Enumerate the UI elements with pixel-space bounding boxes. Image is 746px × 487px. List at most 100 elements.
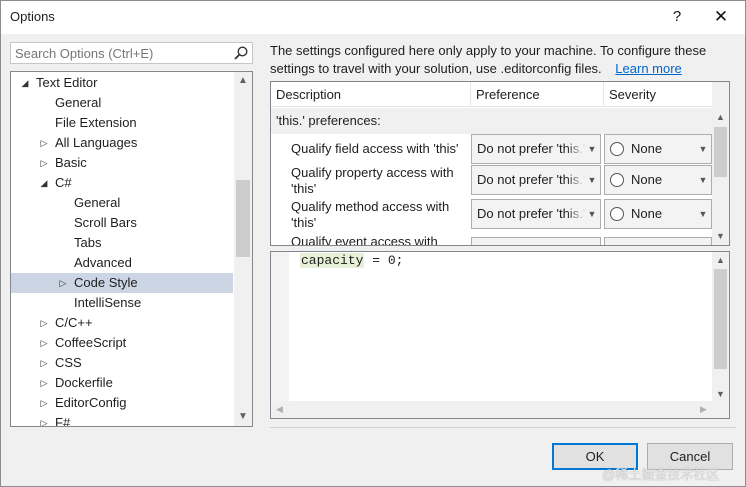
preview-gutter xyxy=(271,252,289,418)
chevron-down-icon: ▼ xyxy=(587,144,597,154)
search-input[interactable] xyxy=(15,46,225,61)
tree-item[interactable]: ▷ Dockerfile xyxy=(11,373,233,393)
tree-item-label: F# xyxy=(55,415,71,427)
column-header-description[interactable]: Description xyxy=(271,82,471,107)
preference-dropdown[interactable]: Do not prefer 'this.' ▼ xyxy=(471,199,601,229)
tree-item[interactable]: General xyxy=(11,93,233,113)
collapsed-arrow-icon[interactable]: ▷ xyxy=(38,353,50,373)
collapsed-arrow-icon[interactable]: ▷ xyxy=(38,313,50,333)
info-text: The settings configured here only apply … xyxy=(270,42,735,78)
preview-vertical-scrollbar[interactable]: ▲ ▼ xyxy=(712,252,729,402)
tree-item-label: Code Style xyxy=(74,275,138,290)
scroll-up-icon[interactable]: ▲ xyxy=(712,109,729,126)
column-header-severity[interactable]: Severity xyxy=(604,82,713,107)
code-style-grid: Description Preference Severity 'this.' … xyxy=(270,81,730,246)
severity-value: None xyxy=(631,206,663,221)
column-header-preference[interactable]: Preference xyxy=(471,82,604,107)
tree-item[interactable]: Advanced xyxy=(11,253,233,273)
preference-dropdown[interactable]: Do not prefer 'this.' ▼ xyxy=(471,237,601,245)
preview-code: capacity = 0; xyxy=(300,253,403,268)
tree-item-label: C/C++ xyxy=(55,315,93,330)
tree-item[interactable]: ▷ EditorConfig xyxy=(11,393,233,413)
group-header: 'this.' preferences: xyxy=(271,108,713,134)
expanded-arrow-icon[interactable]: ◢ xyxy=(19,73,31,93)
severity-dropdown[interactable]: None ▼ xyxy=(604,165,712,195)
preference-dropdown[interactable]: Do not prefer 'this.' ▼ xyxy=(471,134,601,164)
tree-item[interactable]: IntelliSense xyxy=(11,293,233,313)
tree-item[interactable]: ▷ All Languages xyxy=(11,133,233,153)
tree-item[interactable]: Scroll Bars xyxy=(11,213,233,233)
tree-item[interactable]: General xyxy=(11,193,233,213)
tree-item-label: Advanced xyxy=(74,255,132,270)
tree-item-label: General xyxy=(55,95,102,110)
chevron-down-icon: ▼ xyxy=(698,144,708,154)
scroll-thumb[interactable] xyxy=(714,269,727,369)
tree-item[interactable]: ▷ CoffeeScript xyxy=(11,333,233,353)
scroll-left-icon[interactable]: ◀ xyxy=(271,401,288,418)
collapsed-arrow-icon[interactable]: ▷ xyxy=(38,153,50,173)
collapsed-arrow-icon[interactable]: ▷ xyxy=(57,273,69,293)
tree-item[interactable]: ▷ CSS xyxy=(11,353,233,373)
tree-item[interactable]: ▷ Code Style xyxy=(11,273,233,293)
scroll-up-icon[interactable]: ▲ xyxy=(234,72,252,90)
scroll-down-icon[interactable]: ▼ xyxy=(234,408,252,426)
severity-circle-icon xyxy=(610,173,624,187)
chevron-down-icon: ▼ xyxy=(698,209,708,219)
search-icon[interactable] xyxy=(233,45,249,61)
tree-item-label: All Languages xyxy=(55,135,138,150)
collapsed-arrow-icon[interactable]: ▷ xyxy=(38,393,50,413)
tree-item[interactable]: Tabs xyxy=(11,233,233,253)
options-tree: ◢ Text Editor General File Extension ▷ All La… xyxy=(10,71,253,427)
scroll-down-icon[interactable]: ▼ xyxy=(712,228,729,245)
scroll-down-icon[interactable]: ▼ xyxy=(712,386,729,402)
title-bar: Options ? ✕ xyxy=(1,1,745,34)
tree-item-label: Text Editor xyxy=(36,75,98,90)
tree-item-label: C# xyxy=(55,175,72,190)
tree-item-label: Basic xyxy=(55,155,87,170)
grid-scrollbar[interactable]: ▲ ▼ xyxy=(712,82,729,245)
code-preview[interactable]: capacity = 0; ▲ ▼ ◀ ▶ xyxy=(270,251,730,419)
options-dialog: Options ? ✕ ◢ Text Editor General File Exte… xyxy=(0,0,746,487)
tree-item[interactable]: ▷ Basic xyxy=(11,153,233,173)
collapsed-arrow-icon[interactable]: ▷ xyxy=(38,333,50,353)
option-row: Qualify field access with 'this' Do not … xyxy=(271,134,713,165)
option-description: Qualify event access with xyxy=(291,234,438,246)
help-button[interactable]: ? xyxy=(665,5,689,29)
chevron-down-icon: ▼ xyxy=(698,175,708,185)
tree-scrollbar[interactable]: ▲ ▼ xyxy=(234,72,252,426)
tree-item-label: Tabs xyxy=(74,235,102,250)
tree-item-label: EditorConfig xyxy=(55,395,127,410)
tree-item-label: General xyxy=(74,195,121,210)
watermark: @稀土掘金技术社区 xyxy=(602,467,720,482)
scrollbar-corner xyxy=(712,401,729,418)
tree-item-label: CoffeeScript xyxy=(55,335,127,350)
tree-item[interactable]: ◢ Text Editor xyxy=(11,73,233,93)
tree-item[interactable]: ▷ C/C++ xyxy=(11,313,233,333)
tree-item[interactable]: File Extension xyxy=(11,113,233,133)
tree-item-label: File Extension xyxy=(55,115,137,130)
scroll-thumb[interactable] xyxy=(236,180,250,257)
scroll-thumb[interactable] xyxy=(714,127,727,177)
expanded-arrow-icon[interactable]: ◢ xyxy=(38,173,50,193)
close-button[interactable]: ✕ xyxy=(709,5,733,29)
chevron-down-icon: ▼ xyxy=(698,238,708,245)
tree-item[interactable]: ◢ C# xyxy=(11,173,233,193)
collapsed-arrow-icon[interactable]: ▷ xyxy=(38,413,50,426)
severity-dropdown[interactable]: None ▼ xyxy=(604,134,712,164)
collapsed-arrow-icon[interactable]: ▷ xyxy=(38,373,50,393)
option-description: Qualify field access with 'this' xyxy=(291,141,459,156)
tree-item[interactable]: ▷ F# xyxy=(11,413,233,427)
tree-item-label: Dockerfile xyxy=(55,375,113,390)
collapsed-arrow-icon[interactable]: ▷ xyxy=(38,133,50,153)
scroll-up-icon[interactable]: ▲ xyxy=(712,252,729,268)
tree-item-label: CSS xyxy=(55,355,82,370)
option-row: Qualify method access with 'this' Do not… xyxy=(271,197,713,233)
learn-more-link[interactable]: Learn more xyxy=(615,61,681,76)
scroll-right-icon[interactable]: ▶ xyxy=(695,401,712,418)
chevron-down-icon: ▼ xyxy=(587,209,597,219)
severity-value: None xyxy=(631,172,663,187)
severity-dropdown[interactable]: None ▼ xyxy=(604,199,712,229)
severity-dropdown[interactable]: None ▼ xyxy=(604,237,712,245)
preference-dropdown[interactable]: Do not prefer 'this.' ▼ xyxy=(471,165,601,195)
preview-horizontal-scrollbar[interactable]: ◀ ▶ xyxy=(271,401,712,418)
